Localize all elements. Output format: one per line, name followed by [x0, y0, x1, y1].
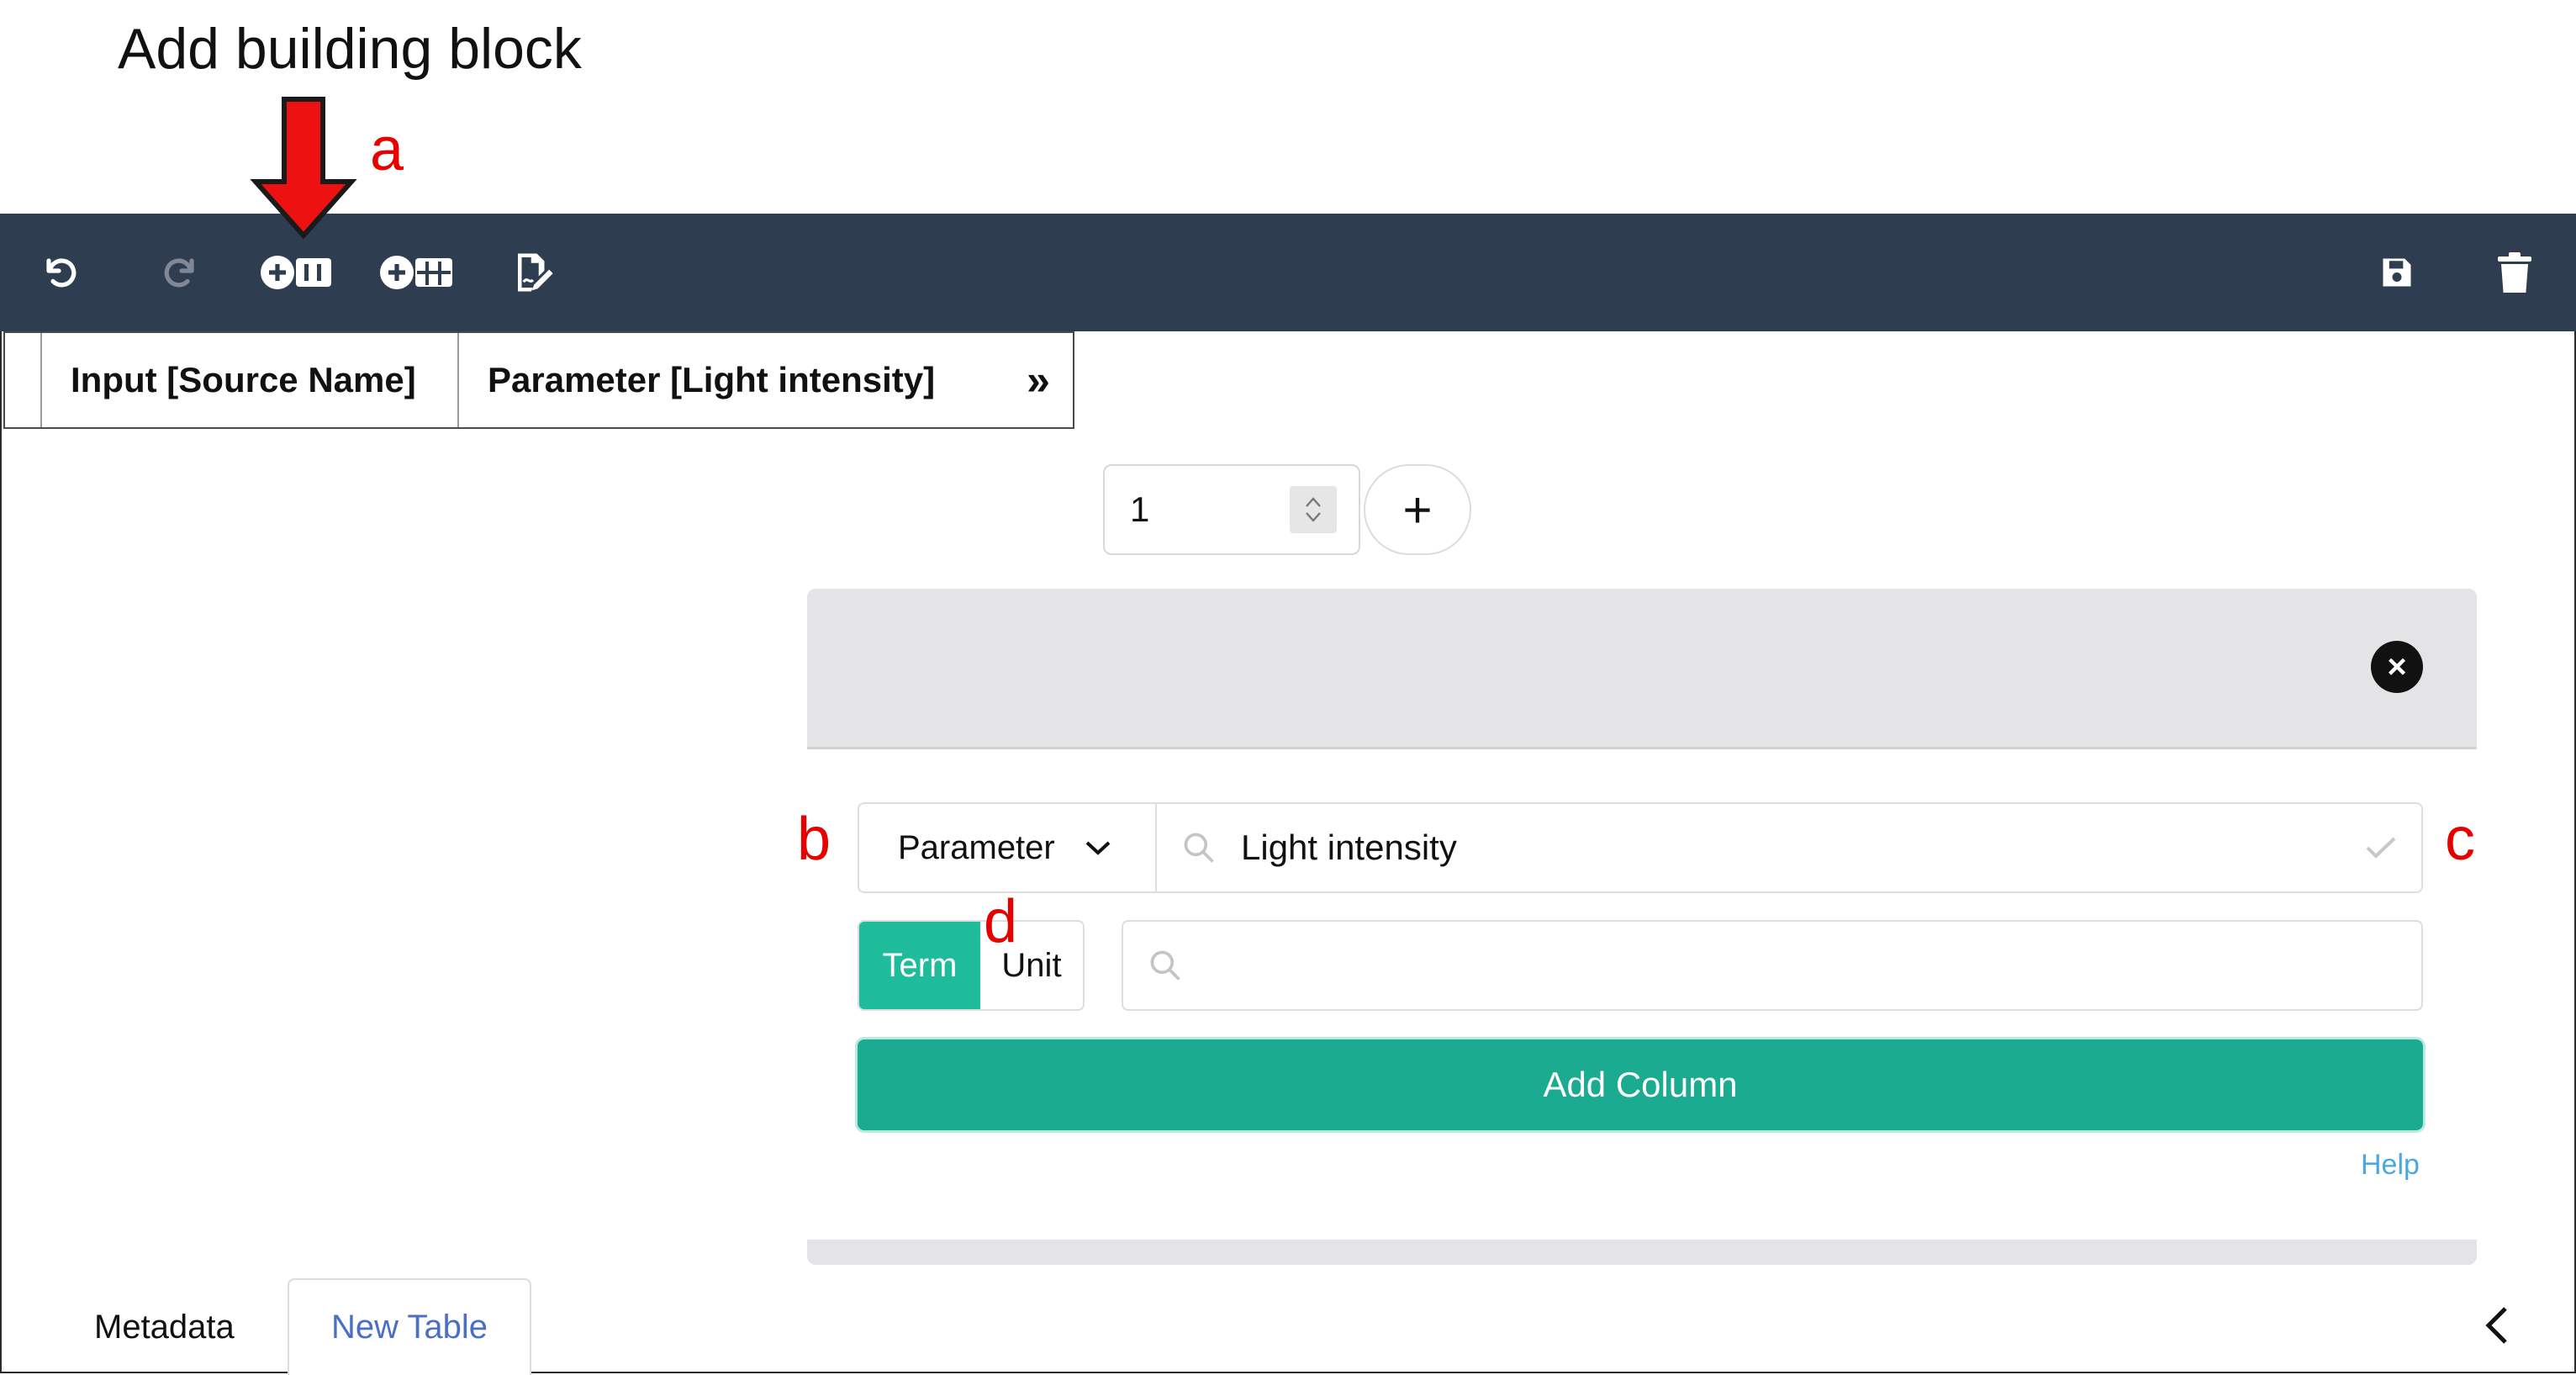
term-unit-toggle: Term Unit [858, 920, 1085, 1011]
panel-footer [807, 1240, 2477, 1265]
add-rows-button[interactable]: + [1364, 464, 1471, 555]
close-icon[interactable]: × [2371, 641, 2423, 693]
add-template-icon[interactable] [377, 247, 457, 298]
annotation-title: Add building block [118, 17, 582, 81]
redo-icon[interactable] [156, 247, 203, 298]
add-building-block-icon[interactable] [257, 247, 338, 298]
column-header[interactable]: Parameter [Light intensity] [459, 333, 1004, 427]
divider [807, 747, 2477, 749]
term-toggle-button[interactable]: Term [859, 922, 980, 1009]
building-block-type-select[interactable]: Parameter [858, 802, 1157, 893]
row-index-header [5, 333, 42, 427]
search-icon [1184, 833, 1214, 863]
column-header[interactable]: Input [Source Name] [42, 333, 459, 427]
row-count-value: 1 [1130, 489, 1150, 529]
building-block-panel [807, 589, 2477, 748]
chevron-down-icon [1085, 841, 1111, 855]
annotation-arrow [250, 97, 357, 240]
delete-icon[interactable] [2494, 247, 2536, 298]
table-header: Input [Source Name] Parameter [Light int… [3, 331, 1074, 429]
undo-icon[interactable] [37, 247, 84, 298]
tab-metadata[interactable]: Metadata [94, 1309, 235, 1346]
term-search-input[interactable]: Light intensity [1155, 802, 2423, 893]
add-column-button[interactable]: Add Column [858, 1039, 2423, 1130]
annotation-label-d: d [984, 888, 1018, 955]
unit-search-input[interactable] [1201, 945, 2421, 986]
annotation-label-a: a [370, 116, 404, 183]
spinner-arrows-icon[interactable] [1290, 486, 1337, 533]
chevron-left-icon[interactable] [2480, 1302, 2514, 1349]
save-icon[interactable] [2376, 247, 2418, 298]
term-search-value: Light intensity [1241, 828, 1457, 867]
column-header-label: Parameter [Light intensity] [488, 360, 936, 399]
tab-new-table[interactable]: New Table [288, 1278, 531, 1375]
toolbar [0, 214, 2576, 331]
help-link[interactable]: Help [2361, 1149, 2420, 1182]
expand-columns-icon[interactable]: » [1004, 333, 1073, 427]
annotation-label-b: b [797, 806, 831, 873]
row-count-stepper[interactable]: 1 [1103, 464, 1360, 555]
edit-icon[interactable] [508, 247, 558, 298]
search-icon [1150, 950, 1180, 981]
type-select-value: Parameter [898, 828, 1055, 866]
annotation-label-c: c [2445, 806, 2475, 873]
check-icon [2366, 837, 2396, 859]
unit-search-field[interactable] [1122, 920, 2423, 1011]
